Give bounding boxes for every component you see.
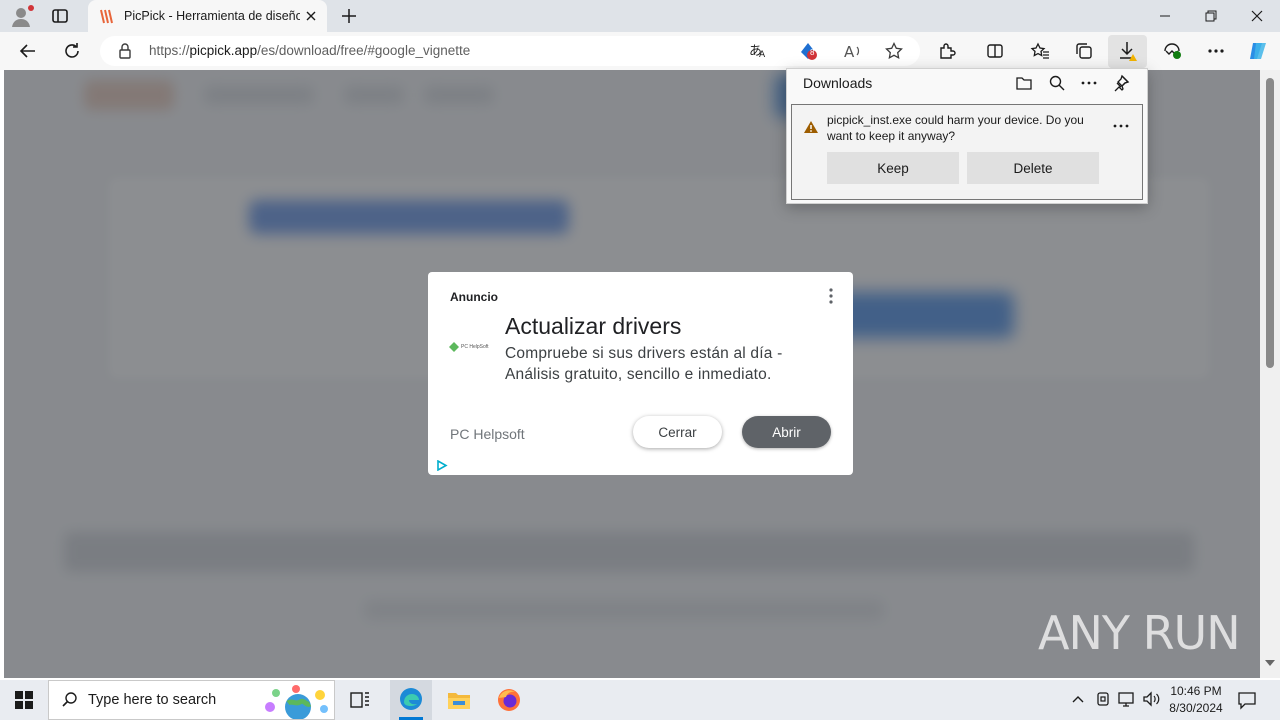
start-button[interactable]: [0, 680, 48, 720]
open-folder-icon[interactable]: [1015, 74, 1033, 92]
downloads-button[interactable]: [1108, 35, 1147, 68]
download-icon: [1120, 42, 1137, 61]
search-downloads-icon[interactable]: [1048, 74, 1066, 92]
keep-button[interactable]: Keep: [827, 152, 959, 184]
search-highlight-icon[interactable]: [262, 683, 332, 719]
read-aloud-icon[interactable]: A: [838, 37, 868, 65]
windows-logo-icon: [15, 691, 33, 709]
profile-avatar[interactable]: [8, 2, 38, 30]
scrollbar-thumb[interactable]: [1266, 78, 1274, 368]
copilot-icon[interactable]: [1243, 37, 1273, 65]
download-item-more-icon[interactable]: [1112, 123, 1130, 129]
extensions-puzzle-icon[interactable]: [932, 37, 962, 65]
ad-options-icon[interactable]: [824, 287, 838, 305]
clock-time: 10:46 PM: [1170, 684, 1222, 698]
show-hidden-icons-chevron-icon[interactable]: [1070, 691, 1086, 707]
file-explorer-icon[interactable]: [444, 686, 474, 714]
back-arrow-icon[interactable]: [13, 37, 43, 65]
settings-more-icon[interactable]: [1201, 37, 1231, 65]
refresh-icon[interactable]: [57, 37, 87, 65]
scrollbar[interactable]: [1260, 70, 1280, 678]
ad-brand[interactable]: PC Helpsoft: [450, 426, 525, 442]
tab-actions-icon[interactable]: [48, 4, 72, 28]
search-icon: [61, 691, 79, 709]
downloads-title: Downloads: [803, 75, 873, 91]
svg-text:A: A: [759, 50, 766, 60]
collections-icon[interactable]: [1069, 37, 1099, 65]
search-placeholder: Type here to search: [88, 692, 217, 708]
browser-essentials-icon[interactable]: [1157, 37, 1187, 65]
volume-icon[interactable]: [1141, 690, 1161, 708]
svg-text:A: A: [844, 43, 855, 60]
extension-badge-count: 8: [810, 48, 815, 57]
adchoices-icon[interactable]: [436, 460, 448, 471]
ad-title[interactable]: Actualizar drivers: [505, 313, 681, 340]
ad-description: Compruebe si sus drivers están al día - …: [505, 345, 783, 383]
scroll-down-icon[interactable]: [1265, 660, 1275, 666]
advertiser-logo[interactable]: PC HelpSoft: [449, 340, 495, 354]
ad-label: Anuncio: [450, 290, 498, 304]
downloads-more-icon[interactable]: [1080, 74, 1098, 92]
device-icon[interactable]: [1094, 690, 1112, 708]
pc-helpsoft-logo-icon: [449, 342, 459, 352]
ad-open-button[interactable]: Abrir: [742, 416, 831, 448]
ad-close-button[interactable]: Cerrar: [633, 416, 722, 448]
translate-icon[interactable]: あA: [743, 37, 773, 65]
clock-date: 8/30/2024: [1169, 701, 1223, 715]
notifications-icon[interactable]: [1236, 689, 1258, 711]
favorites-icon[interactable]: [1025, 37, 1055, 65]
lock-icon[interactable]: [118, 43, 132, 59]
edge-icon: [399, 688, 423, 720]
task-view-icon[interactable]: [346, 688, 374, 712]
favorite-star-icon[interactable]: [879, 37, 909, 65]
close-tab-icon[interactable]: [303, 8, 319, 24]
network-icon[interactable]: [1117, 690, 1137, 708]
pin-icon[interactable]: [1112, 74, 1130, 92]
watermark: ANY RUN: [1038, 606, 1241, 660]
picpick-favicon: [99, 8, 115, 24]
new-tab-icon[interactable]: [338, 5, 360, 27]
download-warning-message: picpick_inst.exe could harm your device.…: [827, 113, 1084, 143]
tab-title: PicPick - Herramienta de diseño: [124, 9, 300, 23]
split-screen-icon[interactable]: [980, 37, 1010, 65]
edge-taskbar-button[interactable]: [390, 680, 432, 720]
restore-icon[interactable]: [1188, 0, 1234, 32]
firefox-icon[interactable]: [494, 686, 524, 714]
extension-badge-icon[interactable]: 8: [793, 37, 823, 65]
delete-button[interactable]: Delete: [967, 152, 1099, 184]
warning-icon: [803, 120, 819, 134]
minimize-icon[interactable]: [1142, 0, 1188, 32]
taskbar-clock[interactable]: 10:46 PM 8/30/2024: [1160, 683, 1232, 717]
close-window-icon[interactable]: [1234, 0, 1280, 32]
advertiser-logo-text: PC HelpSoft: [461, 344, 489, 350]
url-text[interactable]: https://picpick.app/es/download/free/#go…: [149, 43, 470, 58]
